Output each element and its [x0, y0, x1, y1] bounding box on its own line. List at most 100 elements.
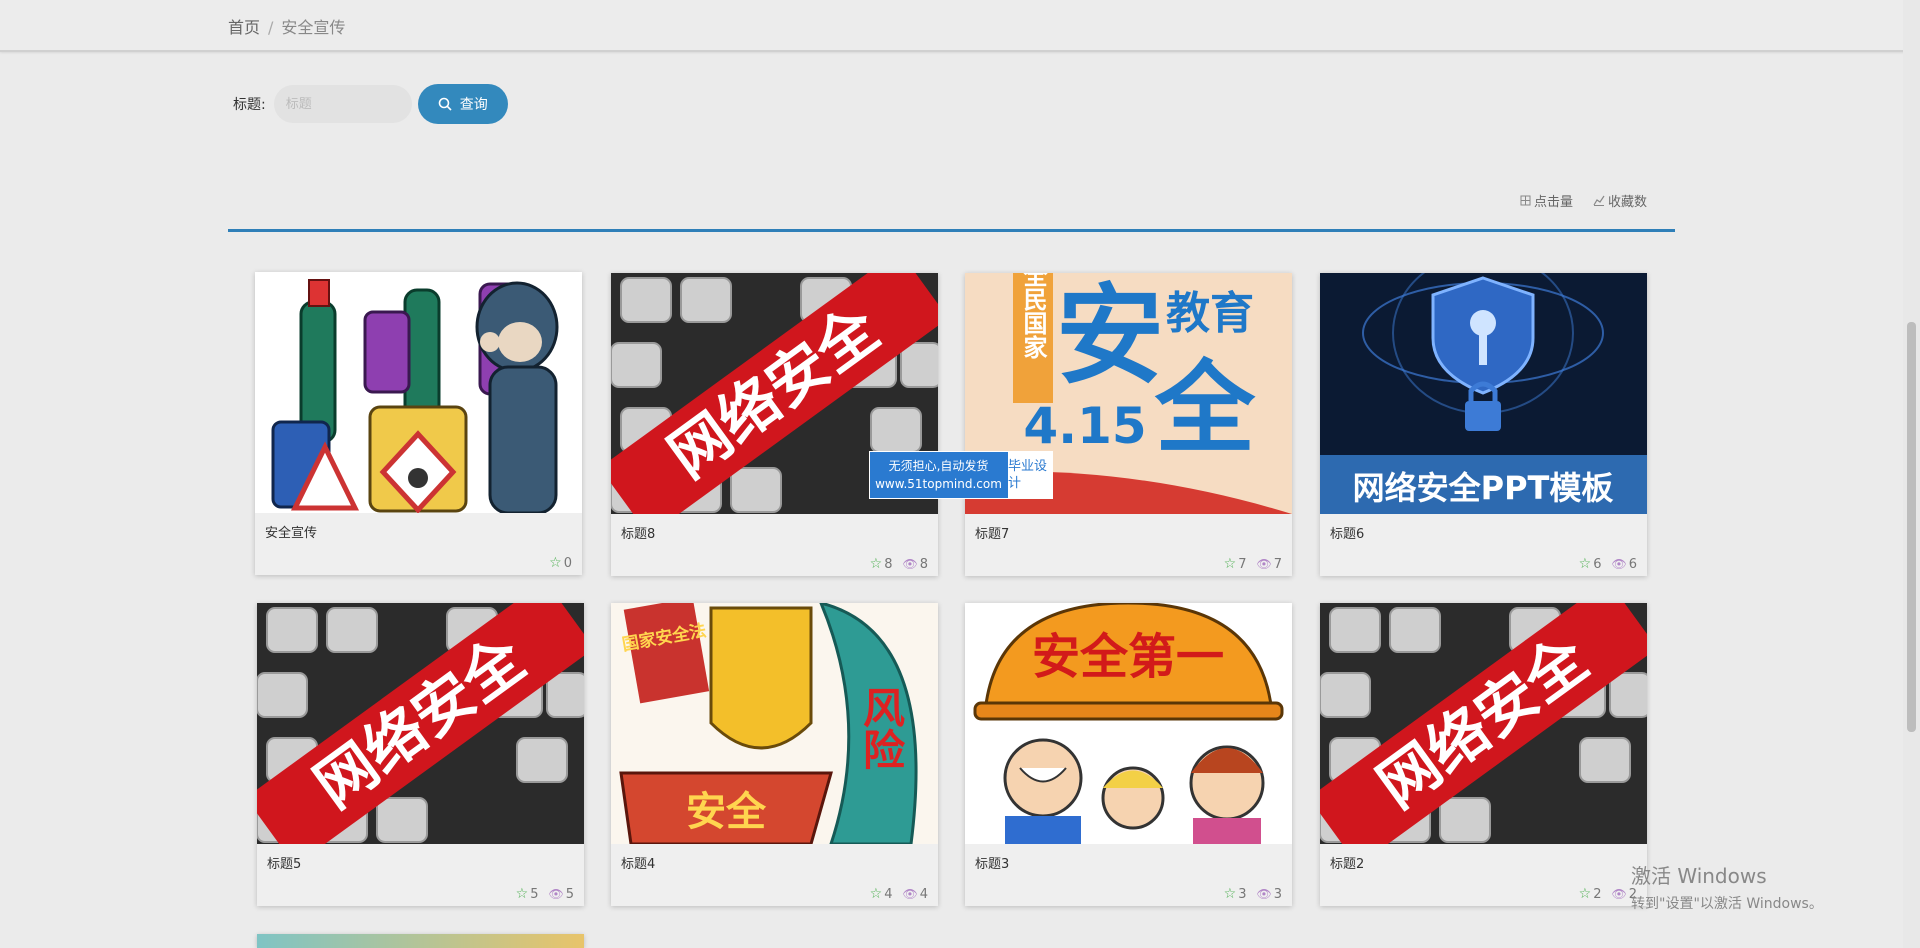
- law-shield-text: 安全: [686, 789, 767, 835]
- section-divider: [228, 229, 1675, 232]
- star-icon: ☆: [1578, 556, 1592, 572]
- eye-icon: 👁: [1611, 887, 1627, 901]
- article-card[interactable]: 安全第一 标题3 ☆ 3 👁 3: [965, 603, 1292, 906]
- article-stats: ☆ 6 👁 6: [1579, 556, 1637, 572]
- article-thumbnail: 风险 国家安全法 安全: [611, 603, 938, 844]
- article-title: 标题8: [621, 527, 656, 542]
- article-card[interactable]: 网络安全 标题2 ☆ 2 👁 2: [1320, 603, 1647, 906]
- favorites-value: 8: [884, 556, 893, 572]
- sort-by-favorites-label: 收藏数: [1607, 195, 1647, 210]
- eye-icon: 👁: [548, 887, 564, 901]
- eye-icon: 👁: [1256, 557, 1272, 571]
- star-icon: ☆: [869, 556, 883, 572]
- favorites-value: 6: [1593, 556, 1602, 572]
- search-label: 标题:: [233, 97, 266, 113]
- watermark-side: 毕业设计: [1007, 452, 1052, 498]
- search-icon: [438, 97, 452, 111]
- cyber-banner-text: 网络安全PPT模板: [1353, 469, 1614, 507]
- helmet-text: 安全第一: [1032, 629, 1224, 685]
- article-card[interactable]: 网络安全 标题8 ☆ 8 👁 8: [611, 273, 938, 576]
- search-bar: 标题: 查询: [233, 84, 508, 124]
- chemicals-illustration: [255, 272, 582, 513]
- article-card[interactable]: 网络安全 标题5 ☆ 5 👁 5: [257, 603, 584, 906]
- eye-icon: 👁: [1256, 887, 1272, 901]
- views-count: 👁 6: [1611, 556, 1637, 572]
- clicks-icon: [1520, 195, 1531, 206]
- cyber-shield-illustration: 网络安全PPT模板: [1320, 273, 1647, 514]
- article-title: 标题7: [975, 527, 1010, 542]
- star-icon: ☆: [1223, 886, 1237, 902]
- article-title: 标题2: [1330, 857, 1365, 872]
- title-search-input[interactable]: [273, 85, 412, 123]
- views-value: 3: [1273, 886, 1282, 902]
- article-card[interactable]: 网络安全PPT模板 标题6 ☆ 6 👁 6: [1320, 273, 1647, 576]
- sort-by-clicks-label: 点击量: [1533, 195, 1573, 210]
- article-title: 标题6: [1330, 527, 1365, 542]
- article-title: 安全宣传: [265, 526, 318, 541]
- article-card[interactable]: 全民国家 安 教育 全 4.15 标题7 ☆ 7 👁 7: [965, 273, 1292, 576]
- scrollbar-thumb[interactable]: [1907, 322, 1916, 732]
- favorites-value: 7: [1238, 556, 1247, 572]
- article-stats: ☆ 7 👁 7: [1224, 556, 1282, 572]
- views-count: 👁 5: [548, 886, 574, 902]
- article-title: 标题5: [267, 857, 302, 872]
- article-title: 标题4: [621, 857, 656, 872]
- favorites-value: 2: [1593, 886, 1602, 902]
- breadcrumb-separator: /: [268, 18, 274, 37]
- star-icon: ☆: [869, 886, 883, 902]
- law-wave-text: 风险: [857, 686, 906, 770]
- star-icon: ☆: [1223, 556, 1237, 572]
- article-stats: ☆ 2 👁 2: [1579, 886, 1637, 902]
- views-value: 7: [1273, 556, 1282, 572]
- query-button[interactable]: 查询: [417, 84, 508, 124]
- article-stats: ☆ 0: [549, 555, 572, 571]
- national-date: 4.15: [1023, 397, 1146, 455]
- views-value: 4: [919, 886, 928, 902]
- favorites-count: ☆ 8: [870, 556, 893, 572]
- article-card[interactable]: [257, 934, 584, 948]
- favorites-value: 4: [884, 886, 893, 902]
- views-value: 6: [1628, 556, 1637, 572]
- article-thumbnail: 安全第一: [965, 603, 1292, 844]
- national-left-text: 全民国家: [1019, 273, 1048, 360]
- breadcrumb-home-link[interactable]: 首页: [228, 18, 260, 37]
- star-icon: ☆: [1578, 886, 1592, 902]
- article-card[interactable]: 风险 国家安全法 安全 标题4 ☆ 4 👁 4: [611, 603, 938, 906]
- keyboard-illustration: 网络安全: [1320, 603, 1647, 844]
- favorites-count: ☆ 5: [516, 886, 539, 902]
- sort-by-favorites[interactable]: 收藏数: [1593, 191, 1647, 210]
- views-value: 5: [565, 886, 574, 902]
- watermark-line2: www.51topmind.com: [875, 477, 1002, 491]
- star-icon: ☆: [549, 555, 562, 571]
- views-count: 👁 8: [902, 556, 928, 572]
- article-title: 标题3: [975, 857, 1010, 872]
- top-navbar: 首页 / 安全宣传: [0, 0, 1920, 52]
- eye-icon: 👁: [902, 887, 918, 901]
- favorites-count: ☆ 7: [1224, 556, 1247, 572]
- safety-first-illustration: 安全第一: [965, 603, 1292, 844]
- activation-title: 激活 Windows: [1631, 864, 1767, 888]
- favorites-count: ☆ 0: [549, 555, 572, 571]
- vertical-scrollbar[interactable]: [1903, 0, 1920, 948]
- national-big-char: 安: [1056, 274, 1164, 399]
- views-count: 👁 3: [1256, 886, 1282, 902]
- views-count: 👁 7: [1256, 556, 1282, 572]
- article-stats: ☆ 8 👁 8: [870, 556, 928, 572]
- eye-icon: 👁: [1611, 557, 1627, 571]
- national-top-text: 教育: [1166, 288, 1254, 339]
- sort-by-clicks[interactable]: 点击量: [1520, 191, 1573, 210]
- windows-activation-notice: 激活 Windows 转到"设置"以激活 Windows。: [1631, 860, 1823, 913]
- breadcrumb-current: 安全宣传: [281, 18, 346, 37]
- article-stats: ☆ 4 👁 4: [870, 886, 928, 902]
- views-count: 👁 4: [902, 886, 928, 902]
- activation-subtitle: 转到"设置"以激活 Windows。: [1631, 896, 1823, 912]
- favorites-count: ☆ 2: [1579, 886, 1602, 902]
- article-thumbnail: [257, 934, 584, 948]
- watermark-badge: 无须担心,自动发货 www.51topmind.com 毕业设计: [869, 451, 1053, 499]
- article-thumbnail: [255, 272, 582, 513]
- article-card[interactable]: 安全宣传 ☆ 0: [255, 272, 582, 575]
- article-thumbnail: 网络安全PPT模板: [1320, 273, 1647, 514]
- article-thumbnail: 网络安全: [257, 603, 584, 844]
- security-law-illustration: 风险 国家安全法 安全: [611, 603, 938, 844]
- query-button-label: 查询: [459, 97, 488, 113]
